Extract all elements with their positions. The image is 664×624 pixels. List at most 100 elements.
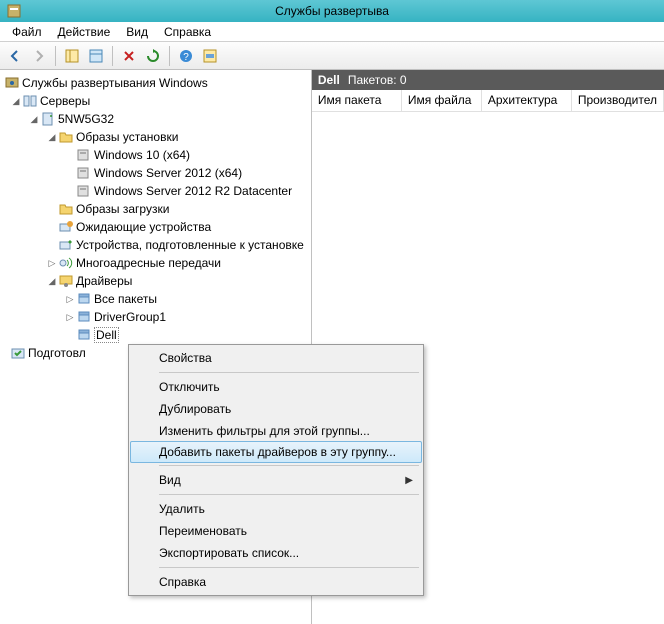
context-menu: Свойства Отключить Дублировать Изменить … xyxy=(128,344,424,596)
tree-label: Устройства, подготовленные к установке xyxy=(76,238,304,252)
tree-label: 5NW5G32 xyxy=(58,112,114,126)
forward-button[interactable] xyxy=(28,45,50,67)
tree-label: Ожидающие устройства xyxy=(76,220,211,234)
image-icon xyxy=(76,147,92,163)
tree-label: Драйверы xyxy=(76,274,132,288)
servers-icon xyxy=(22,93,38,109)
column-file-name[interactable]: Имя файла xyxy=(402,90,482,111)
ctx-separator xyxy=(159,567,419,568)
tree-label: Подготовл xyxy=(28,346,86,360)
tree-drivers[interactable]: ◢ Драйверы xyxy=(0,272,311,290)
ctx-separator xyxy=(159,372,419,373)
tree-label: Службы развертывания Windows xyxy=(22,76,208,90)
show-hide-tree-button[interactable] xyxy=(61,45,83,67)
menu-action[interactable]: Действие xyxy=(50,23,119,41)
tree-image-ws2012[interactable]: Windows Server 2012 (x64) xyxy=(0,164,311,182)
delete-button[interactable] xyxy=(118,45,140,67)
ctx-duplicate[interactable]: Дублировать xyxy=(131,398,421,420)
column-manufacturer[interactable]: Производител xyxy=(572,90,664,111)
help-button[interactable]: ? xyxy=(175,45,197,67)
tree-label: Многоадресные передачи xyxy=(76,256,221,270)
package-group-icon xyxy=(76,327,92,343)
options-button[interactable] xyxy=(199,45,221,67)
image-icon xyxy=(76,183,92,199)
column-package-name[interactable]: Имя пакета xyxy=(312,90,402,111)
package-group-icon xyxy=(76,309,92,325)
collapse-icon[interactable]: ◢ xyxy=(46,275,58,287)
refresh-button[interactable] xyxy=(142,45,164,67)
ctx-separator xyxy=(159,465,419,466)
tree-label: Windows Server 2012 (x64) xyxy=(94,166,242,180)
image-icon xyxy=(76,165,92,181)
status-header: Dell Пакетов: 0 xyxy=(312,70,664,90)
collapse-icon[interactable]: ◢ xyxy=(28,113,40,125)
ctx-rename[interactable]: Переименовать xyxy=(131,520,421,542)
collapse-icon[interactable]: ◢ xyxy=(46,131,58,143)
collapse-icon[interactable]: ◢ xyxy=(10,95,22,107)
ctx-delete[interactable]: Удалить xyxy=(131,498,421,520)
svg-text:?: ? xyxy=(183,52,189,63)
tree-all-packages[interactable]: ▷ Все пакеты xyxy=(0,290,311,308)
package-group-icon xyxy=(76,291,92,307)
expand-icon[interactable]: ▷ xyxy=(46,257,58,269)
tree-label: Windows Server 2012 R2 Datacenter xyxy=(94,184,292,198)
tree-label: DriverGroup1 xyxy=(94,310,166,324)
tree-label: Образы загрузки xyxy=(76,202,169,216)
ctx-view[interactable]: Вид ▶ xyxy=(131,469,421,491)
tree-label: Серверы xyxy=(40,94,90,108)
column-headers: Имя пакета Имя файла Архитектура Произво… xyxy=(312,90,664,112)
ctx-separator xyxy=(159,494,419,495)
tree-install-images[interactable]: ◢ Образы установки xyxy=(0,128,311,146)
multicast-icon xyxy=(58,255,74,271)
tree-multicast[interactable]: ▷ Многоадресные передачи xyxy=(0,254,311,272)
folder-icon xyxy=(58,129,74,145)
wds-icon xyxy=(4,75,20,91)
app-icon xyxy=(6,3,22,19)
expand-icon[interactable]: ▷ xyxy=(64,311,76,323)
back-button[interactable] xyxy=(4,45,26,67)
pending-devices-icon xyxy=(58,219,74,235)
toolbar-separator xyxy=(112,46,113,66)
menu-bar: Файл Действие Вид Справка xyxy=(0,22,664,42)
tree-label: Dell xyxy=(94,327,119,343)
title-bar: Службы развертыва xyxy=(0,0,664,22)
drivers-icon xyxy=(58,273,74,289)
prepared-devices-icon xyxy=(58,237,74,253)
ctx-add-packages[interactable]: Добавить пакеты драйверов в эту группу..… xyxy=(130,441,422,463)
tree-pending-devices[interactable]: Ожидающие устройства xyxy=(0,218,311,236)
toolbar-separator xyxy=(169,46,170,66)
tree-image-ws2012r2[interactable]: Windows Server 2012 R2 Datacenter xyxy=(0,182,311,200)
window-title: Службы развертыва xyxy=(275,4,389,18)
tree-drivergroup1[interactable]: ▷ DriverGroup1 xyxy=(0,308,311,326)
tree-label: Образы установки xyxy=(76,130,178,144)
ctx-modify-filters[interactable]: Изменить фильтры для этой группы... xyxy=(131,420,421,442)
ctx-disable[interactable]: Отключить xyxy=(131,376,421,398)
properties-button[interactable] xyxy=(85,45,107,67)
folder-icon xyxy=(58,201,74,217)
ctx-view-label: Вид xyxy=(159,473,181,487)
menu-view[interactable]: Вид xyxy=(118,23,156,41)
tree-server[interactable]: ◢ 5NW5G32 xyxy=(0,110,311,128)
tree-label: Все пакеты xyxy=(94,292,157,306)
tree-root[interactable]: Службы развертывания Windows xyxy=(0,74,311,92)
server-icon xyxy=(40,111,56,127)
tree-prepared-devices[interactable]: Устройства, подготовленные к установке xyxy=(0,236,311,254)
toolbar-separator xyxy=(55,46,56,66)
prepared-icon xyxy=(10,345,26,361)
tree-label: Windows 10 (x64) xyxy=(94,148,190,162)
expand-icon[interactable]: ▷ xyxy=(64,293,76,305)
ctx-properties[interactable]: Свойства xyxy=(131,347,421,369)
menu-help[interactable]: Справка xyxy=(156,23,219,41)
tree-boot-images[interactable]: Образы загрузки xyxy=(0,200,311,218)
ctx-help[interactable]: Справка xyxy=(131,571,421,593)
submenu-arrow-icon: ▶ xyxy=(405,475,413,486)
status-group-name: Dell xyxy=(318,73,340,87)
tree-image-win10[interactable]: Windows 10 (x64) xyxy=(0,146,311,164)
tree-servers[interactable]: ◢ Серверы xyxy=(0,92,311,110)
status-count: Пакетов: 0 xyxy=(348,73,407,87)
toolbar: ? xyxy=(0,42,664,70)
tree-dell[interactable]: Dell xyxy=(0,326,311,344)
menu-file[interactable]: Файл xyxy=(4,23,50,41)
column-architecture[interactable]: Архитектура xyxy=(482,90,572,111)
ctx-export-list[interactable]: Экспортировать список... xyxy=(131,542,421,564)
